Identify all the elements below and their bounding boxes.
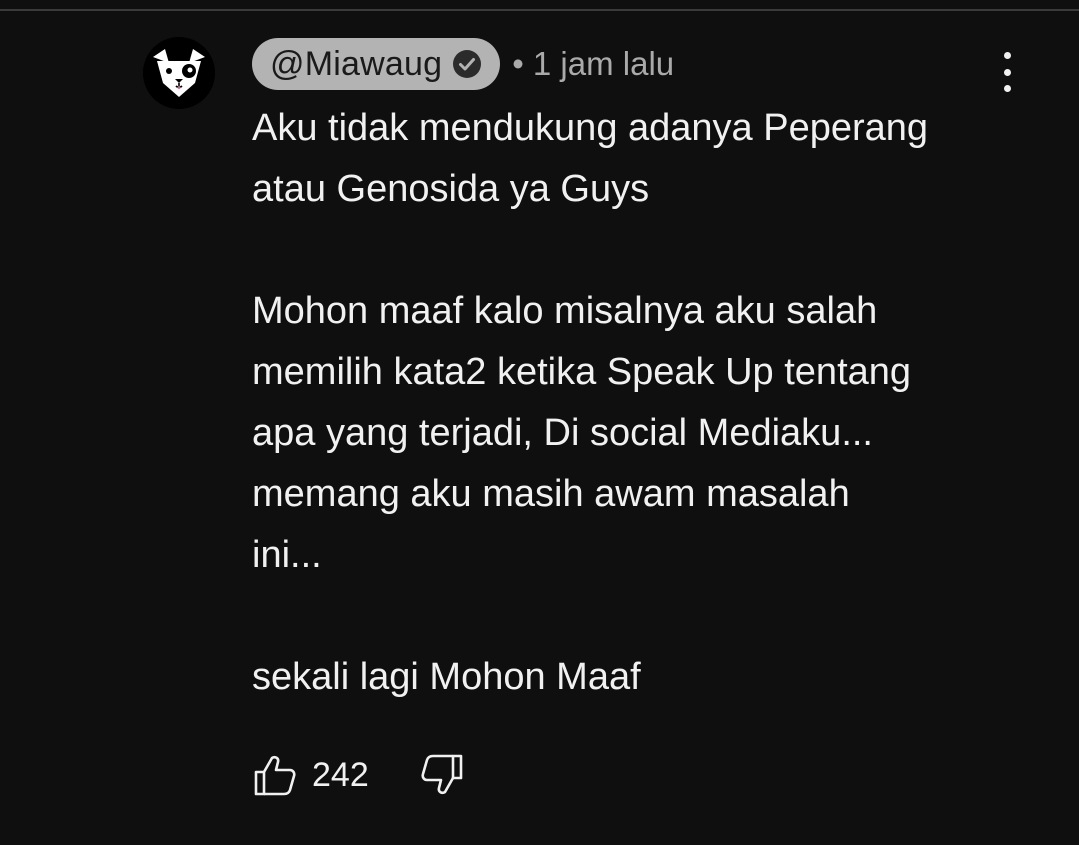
- thumbs-up-icon[interactable]: [252, 752, 298, 798]
- comment-text: Aku tidak mendukung adanya Peperang atau…: [252, 98, 1032, 708]
- thumbs-down-icon[interactable]: [419, 752, 465, 798]
- comment-paragraph: Mohon maaf kalo misalnya aku salah memil…: [252, 290, 912, 576]
- like-count: 242: [312, 755, 369, 794]
- channel-name: @Miawaug: [270, 44, 443, 83]
- top-divider: [0, 0, 1079, 11]
- comment-actions: 242: [252, 750, 465, 800]
- channel-avatar[interactable]: [143, 37, 215, 109]
- comment-paragraph: Aku tidak mendukung adanya Peperang atau…: [252, 107, 929, 210]
- comment-header: @Miawaug • 1 jam lalu: [252, 38, 674, 90]
- comment-paragraph: sekali lagi Mohon Maaf: [252, 656, 641, 698]
- dog-face-icon: [143, 37, 215, 109]
- check-circle-icon: [452, 49, 482, 79]
- more-vertical-icon[interactable]: [990, 52, 1024, 92]
- comment-timestamp: • 1 jam lalu: [512, 45, 675, 82]
- channel-name-chip[interactable]: @Miawaug: [252, 38, 501, 90]
